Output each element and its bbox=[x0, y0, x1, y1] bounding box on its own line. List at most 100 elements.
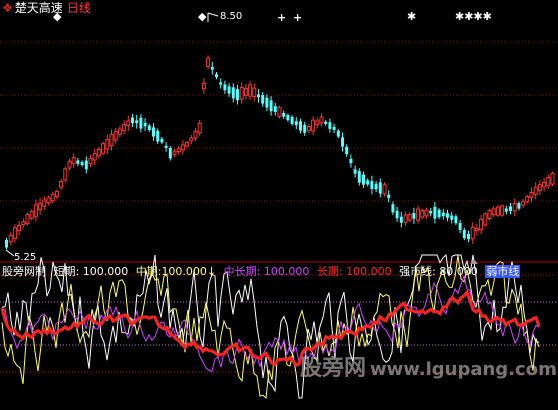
low-price-label: 5.25 bbox=[14, 252, 36, 263]
indicator-mid-term: 中期:100.000↓ bbox=[136, 265, 216, 278]
candle-body bbox=[210, 66, 214, 70]
mid-long-term-label: 中长期: bbox=[223, 265, 261, 278]
candle-body bbox=[303, 124, 307, 133]
candle-body bbox=[374, 183, 378, 190]
short-term-value: 100.000 bbox=[82, 265, 129, 278]
candle-body bbox=[143, 122, 147, 127]
candle-body bbox=[378, 182, 382, 194]
candle-body bbox=[500, 205, 505, 216]
candle-body bbox=[299, 121, 302, 131]
candle-body bbox=[236, 89, 239, 101]
long-term-label: 长期: bbox=[316, 265, 343, 278]
candle-body bbox=[512, 203, 517, 212]
candle-body bbox=[46, 197, 51, 204]
candle-body bbox=[450, 215, 454, 220]
candle-body bbox=[479, 218, 484, 231]
signal-mark-asterisk-icon: ✱✱✱✱ bbox=[455, 10, 492, 23]
candle-body bbox=[504, 208, 508, 212]
signal-mark-diamond-icon: ◆ bbox=[198, 10, 207, 23]
period-label[interactable]: 日线 bbox=[67, 1, 91, 15]
candle-body bbox=[131, 117, 134, 124]
low-price-annotation: 5.25 bbox=[5, 249, 36, 263]
candle-body bbox=[495, 206, 500, 216]
candle-body bbox=[282, 112, 286, 117]
candle-body bbox=[391, 204, 395, 213]
candle-body bbox=[542, 181, 547, 188]
candle-body bbox=[105, 138, 110, 150]
candle-body bbox=[71, 157, 76, 165]
candle-body bbox=[243, 87, 248, 96]
candle-body bbox=[277, 107, 282, 117]
candle-body bbox=[193, 130, 198, 139]
candle-body bbox=[382, 184, 387, 195]
signal-mark-plus-icon: + bbox=[277, 11, 286, 24]
candle-body bbox=[474, 228, 479, 232]
watermark: 股旁网 www.lgupang.com bbox=[300, 350, 557, 382]
candle-body bbox=[387, 194, 391, 198]
indicator-mid-long-term: 中长期: 100.000 bbox=[224, 265, 310, 278]
candle-body bbox=[219, 82, 223, 85]
candle-body bbox=[454, 216, 458, 224]
candle-body bbox=[437, 209, 441, 218]
candle-body bbox=[483, 213, 488, 226]
candle-body bbox=[336, 130, 340, 137]
candle-body bbox=[315, 120, 320, 126]
candle-body bbox=[59, 181, 64, 188]
candle-body bbox=[139, 117, 143, 129]
candle-body bbox=[341, 137, 344, 147]
candle-body bbox=[429, 210, 433, 214]
candle-body bbox=[399, 216, 403, 223]
candle-body bbox=[424, 209, 429, 217]
candle-body bbox=[135, 120, 139, 124]
candle-body bbox=[147, 125, 151, 131]
candle-body bbox=[265, 97, 269, 108]
candle-body bbox=[189, 137, 194, 142]
title-bar: ❖ 楚天高速 日线 bbox=[2, 1, 91, 15]
candle-body bbox=[470, 226, 475, 240]
candle-body bbox=[176, 148, 181, 153]
candle-body bbox=[319, 116, 324, 124]
candle-body bbox=[311, 119, 316, 132]
candle-body bbox=[109, 133, 114, 147]
chart-window: 8.50 5.25 ◆ ◆ + + ✱ ✱✱✱✱ ❖ 楚天高速 日线 股旁网制 短期 bbox=[0, 0, 558, 406]
candle-body bbox=[345, 146, 349, 155]
watermark-url: www.lgupang.com bbox=[370, 359, 557, 380]
indicator-name[interactable]: 股旁网制 bbox=[2, 265, 46, 278]
high-price-label: 8.50 bbox=[220, 11, 242, 22]
candle-body bbox=[261, 95, 265, 104]
candle-body bbox=[416, 208, 421, 221]
candle-body bbox=[63, 168, 68, 181]
candle-body bbox=[21, 221, 26, 226]
candle-body bbox=[257, 94, 260, 98]
candle-body bbox=[306, 126, 311, 131]
candle-body bbox=[126, 120, 131, 127]
candle-body bbox=[76, 160, 80, 164]
watermark-text: 股旁网 bbox=[300, 355, 367, 381]
candle-body bbox=[33, 204, 38, 217]
candle-body bbox=[38, 202, 43, 211]
candle-body bbox=[294, 121, 298, 126]
candle-body bbox=[12, 227, 17, 240]
candle-body bbox=[366, 180, 370, 185]
price-grid bbox=[0, 41, 558, 202]
candle-body bbox=[407, 213, 412, 221]
indicator-header: 股旁网制 短期: 100.000 中期:100.000↓ 中长期: 100.00… bbox=[2, 265, 524, 278]
candle-body bbox=[8, 234, 13, 243]
candle-body bbox=[252, 87, 257, 98]
candle-body bbox=[286, 115, 290, 121]
candle-body bbox=[122, 123, 127, 131]
stock-chart-canvas[interactable]: 8.50 5.25 ◆ ◆ + + ✱ ✱✱✱✱ bbox=[0, 0, 558, 406]
candle-body bbox=[201, 82, 206, 90]
indicator-strong-line: 强市线: 80.000 bbox=[399, 265, 478, 278]
candle-body bbox=[529, 191, 534, 199]
strong-line-label: 强市线: bbox=[399, 265, 436, 278]
candle-body bbox=[517, 203, 521, 209]
signal-mark-asterisk-icon: ✱ bbox=[407, 10, 416, 23]
high-price-annotation: 8.50 bbox=[207, 11, 242, 22]
indicator-short-term: 短期: 100.000 bbox=[54, 265, 129, 278]
candle-body bbox=[29, 210, 34, 219]
candle-body bbox=[546, 177, 551, 187]
candle-body bbox=[96, 148, 101, 157]
diamond-logo-icon: ❖ bbox=[2, 1, 13, 15]
indicator-long-term: 长期: 100.000 bbox=[317, 265, 392, 278]
